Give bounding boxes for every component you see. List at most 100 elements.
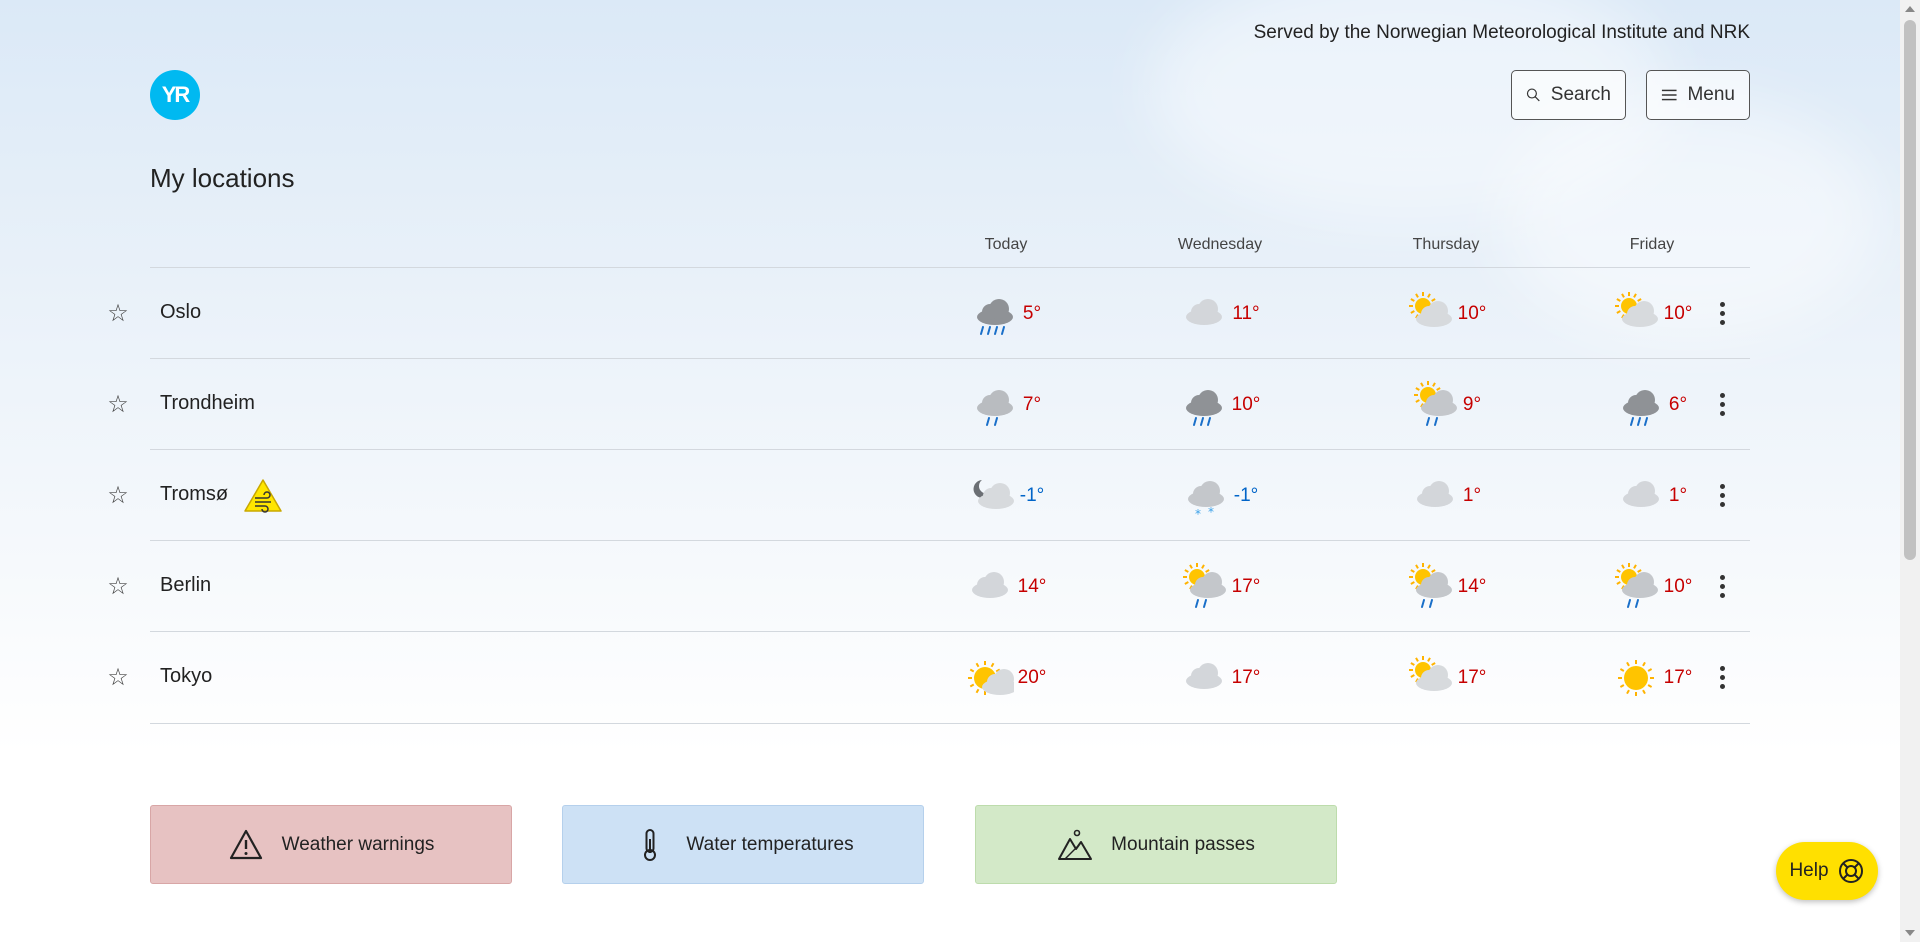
location-row[interactable]: ☆ Oslo 5° 11° 10° 10°: [107, 267, 1750, 359]
star-icon[interactable]: ☆: [105, 392, 131, 418]
help-button[interactable]: Help: [1776, 842, 1878, 900]
temperature: 5°: [1022, 303, 1042, 324]
day-header-thursday: Thursday: [1412, 236, 1480, 253]
mountain-passes-tile[interactable]: Mountain passes: [975, 805, 1337, 884]
yr-logo[interactable]: YR: [150, 70, 200, 120]
heavy-rain-icon: [976, 299, 1013, 335]
cloudy-icon: [1622, 481, 1659, 507]
forecast-cell[interactable]: 17°: [1366, 646, 1526, 710]
partly-cloudy-day-icon: [1408, 292, 1452, 327]
forecast-cell[interactable]: * * -1°: [1140, 464, 1300, 528]
temperature: 11°: [1232, 303, 1260, 324]
warning-triangle-icon: [229, 829, 262, 859]
water-temperatures-label: Water temperatures: [686, 833, 854, 855]
temperature: -1°: [1233, 485, 1259, 506]
rain-icon: [1622, 390, 1659, 426]
star-icon[interactable]: ☆: [105, 483, 131, 509]
page-title: My locations: [150, 163, 295, 193]
wind-warning-icon[interactable]: [243, 478, 283, 514]
temperature: 1°: [1668, 485, 1688, 506]
forecast-cell[interactable]: 9°: [1366, 373, 1526, 437]
location-name[interactable]: Tromsø: [160, 483, 228, 506]
more-options-icon[interactable]: [1712, 662, 1732, 692]
mountain-passes-label: Mountain passes: [1111, 833, 1255, 855]
forecast-cell[interactable]: 17°: [1140, 646, 1300, 710]
star-icon[interactable]: ☆: [105, 574, 131, 600]
star-icon[interactable]: ☆: [105, 301, 131, 327]
search-label: Search: [1550, 84, 1611, 105]
forecast-cell[interactable]: 17°: [1572, 646, 1732, 710]
svg-text:*: *: [1195, 507, 1201, 520]
lifebuoy-icon: [1838, 859, 1863, 883]
forecast-cell[interactable]: 7°: [926, 373, 1086, 437]
weather-warnings-tile[interactable]: Weather warnings: [150, 805, 512, 884]
more-options-icon[interactable]: [1712, 480, 1732, 510]
light-snow-icon: * *: [1187, 481, 1224, 520]
light-rain-icon: [976, 390, 1013, 426]
cloudy-icon: [1185, 663, 1222, 689]
forecast-cell[interactable]: 10°: [1366, 282, 1526, 346]
page-scrollbar[interactable]: [1900, 0, 1920, 942]
menu-button[interactable]: Menu: [1646, 70, 1750, 120]
forecast-cell[interactable]: 10°: [1572, 555, 1732, 619]
served-by-text: Served by the Norwegian Meteorological I…: [1253, 22, 1750, 43]
temperature: 17°: [1231, 576, 1261, 597]
temperature: 10°: [1231, 394, 1261, 415]
location-row[interactable]: ☆ Berlin 14° 17° 14° 10°: [107, 540, 1750, 632]
forecast-cell[interactable]: -1°: [926, 464, 1086, 528]
location-name[interactable]: Trondheim: [160, 392, 255, 415]
scroll-thumb[interactable]: [1904, 20, 1916, 560]
search-icon: [1526, 88, 1540, 102]
logo-text: YR: [161, 82, 191, 107]
forecast-cell[interactable]: 14°: [1366, 555, 1526, 619]
forecast-cell[interactable]: 10°: [1140, 373, 1300, 437]
menu-label: Menu: [1687, 84, 1735, 105]
scroll-up-arrow[interactable]: [1905, 6, 1915, 12]
temperature: 14°: [1017, 576, 1047, 597]
partly-cloudy-day-icon: [1614, 292, 1658, 327]
help-label: Help: [1789, 860, 1829, 881]
forecast-cell[interactable]: 10°: [1572, 282, 1732, 346]
day-header-friday: Friday: [1629, 236, 1675, 253]
forecast-cell[interactable]: 1°: [1572, 464, 1732, 528]
forecast-cell[interactable]: 1°: [1366, 464, 1526, 528]
thermometer-icon: [644, 828, 657, 861]
star-icon[interactable]: ☆: [105, 665, 131, 691]
mountain-icon: [1058, 829, 1093, 860]
weather-warnings-label: Weather warnings: [281, 833, 435, 855]
forecast-cell[interactable]: 5°: [926, 282, 1086, 346]
partly-cloudy-night-icon: [973, 480, 1014, 509]
cloudy-icon: [971, 572, 1008, 598]
location-row[interactable]: ☆ Tokyo 20° 17° 17° 17°: [107, 631, 1750, 724]
temperature: 10°: [1457, 303, 1487, 324]
temperature: 9°: [1462, 394, 1482, 415]
water-temperatures-tile[interactable]: Water temperatures: [562, 805, 924, 884]
search-button[interactable]: Search: [1511, 70, 1626, 120]
location-row[interactable]: ☆ Tromsø -1° * * -1° 1° 1°: [107, 449, 1750, 541]
more-options-icon[interactable]: [1712, 389, 1732, 419]
more-options-icon[interactable]: [1712, 571, 1732, 601]
more-options-icon[interactable]: [1712, 298, 1732, 328]
location-name[interactable]: Tokyo: [160, 665, 212, 688]
forecast-cell[interactable]: 20°: [926, 646, 1086, 710]
forecast-cell[interactable]: 17°: [1140, 555, 1300, 619]
clear-sun-icon: [1617, 660, 1654, 696]
temperature: -1°: [1019, 485, 1045, 506]
sun-showers-icon: [1408, 563, 1452, 608]
hamburger-icon: [1661, 89, 1677, 101]
cloudy-icon: [1416, 481, 1453, 507]
temperature: 7°: [1022, 394, 1042, 415]
forecast-cell[interactable]: 11°: [1140, 282, 1300, 346]
scroll-down-arrow[interactable]: [1905, 930, 1915, 936]
location-name[interactable]: Oslo: [160, 301, 201, 324]
fair-day-icon: [967, 661, 1014, 695]
forecast-cell[interactable]: 6°: [1572, 373, 1732, 437]
sun-showers-icon: [1413, 381, 1457, 426]
temperature: 10°: [1663, 303, 1693, 324]
location-row[interactable]: ☆ Trondheim 7° 10° 9° 6°: [107, 358, 1750, 450]
forecast-cell[interactable]: 14°: [926, 555, 1086, 619]
rain-icon: [1185, 390, 1222, 426]
sun-showers-icon: [1182, 563, 1226, 608]
location-name[interactable]: Berlin: [160, 574, 211, 597]
sun-showers-icon: [1614, 563, 1658, 608]
